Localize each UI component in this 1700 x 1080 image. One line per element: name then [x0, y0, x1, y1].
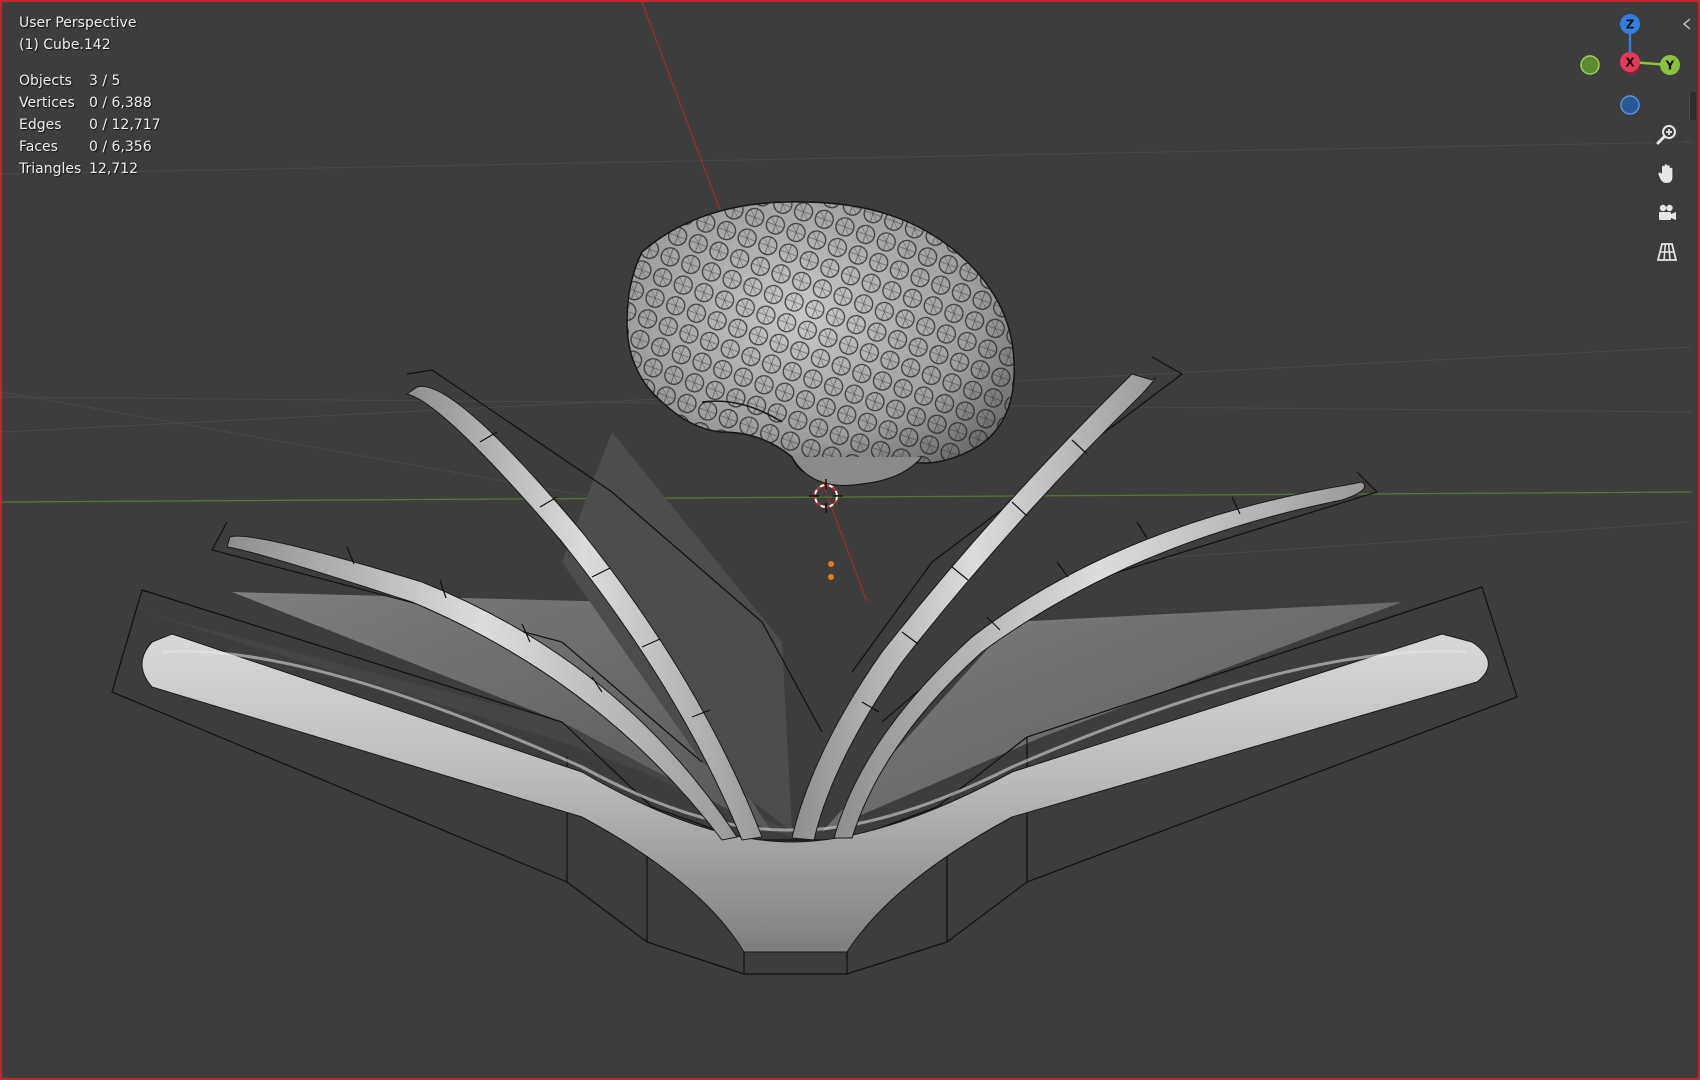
view-name: User Perspective: [19, 12, 161, 34]
camera-icon: [1655, 201, 1679, 225]
sidebar-toggle-icon[interactable]: [1682, 18, 1692, 30]
object-origin-dot[interactable]: [828, 574, 834, 580]
stat-value-triangles: 12,712: [89, 158, 161, 180]
stat-label-faces: Faces: [19, 136, 89, 158]
hand-pan-icon: [1655, 162, 1679, 186]
camera-view-button[interactable]: [1650, 196, 1684, 230]
stat-value-objects: 3 / 5: [89, 70, 161, 92]
gizmo-x-label: X: [1625, 56, 1635, 70]
stat-label-vertices: Vertices: [19, 92, 89, 114]
gizmo-z-axis[interactable]: Z: [1620, 14, 1640, 34]
y-axis-line: [2, 492, 1692, 502]
navigation-gizmo[interactable]: Z Y X: [1570, 10, 1690, 122]
brain-mesh: [627, 202, 1014, 486]
active-object-name: (1) Cube.142: [19, 34, 161, 56]
stat-label-edges: Edges: [19, 114, 89, 136]
gizmo-x-axis[interactable]: X: [1620, 52, 1640, 72]
region-resize-handle[interactable]: [1689, 92, 1696, 120]
object-origin-dot[interactable]: [828, 561, 834, 567]
perspective-toggle-button[interactable]: [1650, 235, 1684, 269]
3d-viewport[interactable]: User Perspective (1) Cube.142 Objects 3 …: [0, 0, 1700, 1080]
stat-value-vertices: 0 / 6,388: [89, 92, 161, 114]
gizmo-y-axis[interactable]: Y: [1660, 55, 1680, 75]
gizmo-neg-y[interactable]: [1581, 56, 1599, 74]
book-pages: [142, 432, 1402, 842]
stat-label-objects: Objects: [19, 70, 89, 92]
stat-label-triangles: Triangles: [19, 158, 89, 180]
scene-canvas[interactable]: [2, 2, 1700, 1080]
zoom-icon: [1655, 123, 1679, 147]
zoom-button[interactable]: [1650, 118, 1684, 152]
viewport-info: User Perspective (1) Cube.142 Objects 3 …: [19, 12, 161, 180]
gizmo-y-label: Y: [1665, 59, 1675, 73]
gizmo-z-label: Z: [1626, 18, 1635, 32]
gizmo-neg-z[interactable]: [1621, 96, 1639, 114]
grid-perspective-icon: [1655, 240, 1679, 264]
stat-value-faces: 0 / 6,356: [89, 136, 161, 158]
scene-statistics: Objects 3 / 5 Vertices 0 / 6,388 Edges 0…: [19, 70, 161, 180]
pan-button[interactable]: [1650, 157, 1684, 191]
navigation-buttons: [1650, 118, 1684, 274]
stat-value-edges: 0 / 12,717: [89, 114, 161, 136]
